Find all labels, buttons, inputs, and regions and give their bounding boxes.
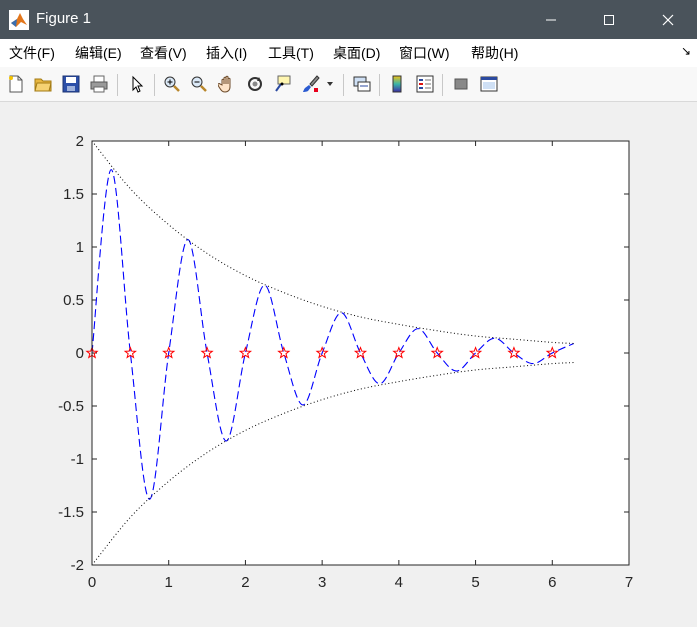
- pointer-button[interactable]: [126, 73, 148, 95]
- show-plot-tools-button[interactable]: [478, 73, 500, 95]
- open-file-icon: [34, 78, 52, 92]
- hide-plot-tools-icon: [454, 78, 468, 90]
- close-icon: [662, 14, 674, 25]
- figure-canvas: 0 1 2 3 4 5 6 7 -2 -1.5 -1 -0.5 0 0.5 1 1.5 2: [0, 102, 697, 623]
- y-tick-label: 1: [76, 239, 84, 256]
- minimize-button[interactable]: [522, 0, 580, 39]
- zoom-out-button[interactable]: [188, 73, 210, 95]
- menu-desktop[interactable]: 桌面(D): [333, 45, 380, 61]
- matlab-logo-icon: [9, 10, 29, 30]
- menu-view[interactable]: 查看(V): [140, 45, 187, 61]
- toolbar-separator: [117, 74, 118, 96]
- menu-window[interactable]: 窗口(W): [399, 45, 450, 61]
- pan-hand-icon: [218, 75, 231, 93]
- y-tick-label: -1.5: [58, 504, 84, 521]
- save-icon: [62, 75, 80, 93]
- menu-edit[interactable]: 编辑(E): [75, 45, 122, 61]
- y-tick-label: 2: [76, 133, 84, 150]
- menu-help[interactable]: 帮助(H): [471, 45, 518, 61]
- pointer-icon: [132, 75, 144, 93]
- toolbar-separator: [154, 74, 155, 96]
- maximize-icon: [604, 14, 614, 25]
- brush-icon: [303, 75, 320, 92]
- toolbar-separator: [343, 74, 344, 96]
- rotate-3d-button[interactable]: [244, 73, 266, 95]
- y-tick-label: -1: [71, 451, 84, 468]
- x-tick-label: 2: [241, 574, 249, 591]
- x-tick-label: 3: [318, 574, 326, 591]
- open-file-button[interactable]: [32, 73, 54, 95]
- link-plot-button[interactable]: [351, 73, 373, 95]
- close-button[interactable]: [639, 0, 697, 39]
- toolbar-separator: [442, 74, 443, 96]
- menu-bar: 文件(F) 编辑(E) 查看(V) 插入(I) 工具(T) 桌面(D) 窗口(W…: [0, 39, 697, 67]
- zoom-out-icon: [191, 76, 207, 92]
- toolbar: [0, 67, 697, 102]
- x-tick-label: 7: [625, 574, 633, 591]
- show-plot-tools-icon: [480, 76, 498, 92]
- dock-arrow-icon[interactable]: ↘: [681, 44, 691, 58]
- x-tick-label: 6: [548, 574, 556, 591]
- print-icon: [90, 75, 108, 93]
- data-cursor-button[interactable]: [272, 73, 294, 95]
- menu-insert[interactable]: 插入(I): [206, 45, 247, 61]
- window-title: Figure 1: [36, 10, 92, 27]
- brush-button[interactable]: [300, 73, 322, 95]
- save-button[interactable]: [60, 73, 82, 95]
- x-tick-label: 1: [165, 574, 173, 591]
- zoom-in-icon: [164, 76, 180, 92]
- legend-button[interactable]: [414, 73, 436, 95]
- y-tick-label: 0: [76, 345, 84, 362]
- maximize-button[interactable]: [580, 0, 638, 39]
- y-tick-label: 1.5: [63, 186, 84, 203]
- title-bar: Figure 1: [0, 0, 697, 39]
- rotate-3d-icon: [248, 77, 262, 91]
- toolbar-separator: [379, 74, 380, 96]
- zoom-in-button[interactable]: [161, 73, 183, 95]
- hide-plot-tools-button[interactable]: [450, 73, 472, 95]
- menu-file[interactable]: 文件(F): [9, 45, 55, 61]
- x-tick-label: 5: [471, 574, 479, 591]
- pan-button[interactable]: [216, 73, 238, 95]
- brush-dropdown[interactable]: [324, 73, 336, 95]
- data-cursor-icon: [275, 75, 291, 92]
- print-button[interactable]: [88, 73, 110, 95]
- x-tick-label: 4: [395, 574, 403, 591]
- y-tick-label: -0.5: [58, 398, 84, 415]
- x-tick-label: 0: [88, 574, 96, 591]
- menu-tools[interactable]: 工具(T): [268, 45, 314, 61]
- y-tick-label: -2: [71, 557, 84, 574]
- chart: 0 1 2 3 4 5 6 7 -2 -1.5 -1 -0.5 0 0.5 1 1.5 2: [58, 133, 633, 591]
- colorbar-button[interactable]: [386, 73, 408, 95]
- colorbar-icon: [392, 75, 402, 93]
- y-tick-label: 0.5: [63, 292, 84, 309]
- link-plot-icon: [353, 76, 371, 92]
- legend-icon: [416, 75, 434, 93]
- dropdown-arrow-icon: [327, 82, 333, 86]
- new-figure-icon: [9, 75, 23, 93]
- new-figure-button[interactable]: [5, 73, 27, 95]
- minimize-icon: [546, 19, 556, 20]
